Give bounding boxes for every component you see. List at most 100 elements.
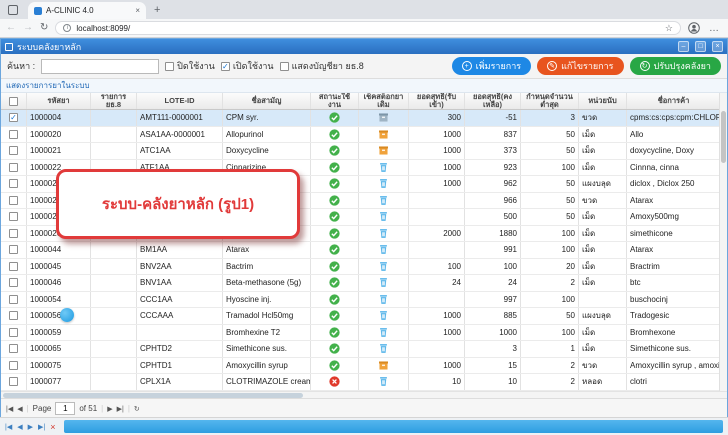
url-field[interactable]: i localhost:8099/ ☆ (55, 21, 681, 35)
favorite-star-icon[interactable]: ☆ (665, 23, 673, 34)
bucket-blue-icon[interactable] (378, 195, 389, 206)
box-orange-icon[interactable] (378, 145, 389, 156)
column-header-remaining[interactable]: ยอดสุทธิ(คงเหลือ) (465, 93, 521, 109)
row-checkbox[interactable] (9, 311, 18, 321)
column-header-received[interactable]: ยอดสุทธิ(รับเข้า) (409, 93, 465, 109)
new-tab-button[interactable]: + (154, 4, 160, 16)
bottom-first-icon[interactable]: |◀ (5, 423, 12, 431)
row-checkbox[interactable] (9, 162, 18, 172)
tab-close-icon[interactable]: × (135, 6, 140, 15)
table-row[interactable]: 1000021 ATC1AA Doxycycline 1000 373 50 เม็ด dox… (1, 143, 721, 160)
table-row[interactable]: 1000054 CCC1AA Hyoscine inj. 997 100 buschoci… (1, 291, 721, 308)
row-checkbox[interactable]: ✓ (9, 113, 18, 123)
bucket-blue-icon[interactable] (378, 162, 389, 173)
table-row[interactable]: 1000075 CPHTD1 Amoxycillin syrup 1000 15 2 ขวด… (1, 357, 721, 374)
select-all-header-cell[interactable] (1, 93, 27, 109)
row-checkbox[interactable] (9, 179, 18, 189)
select-all-checkbox[interactable] (9, 96, 18, 106)
tab-search-icon[interactable] (8, 5, 18, 15)
update-stock-button[interactable]: ↻ ปรับปรุงคลังยา (629, 57, 721, 75)
bucket-blue-icon[interactable] (378, 178, 389, 189)
row-checkbox[interactable] (9, 377, 18, 387)
browser-menu-icon[interactable]: … (709, 23, 720, 34)
table-row[interactable]: 1000046 BNV1AA Beta-methasone (5g) 24 24 2 เม็… (1, 275, 721, 292)
bottom-last-icon[interactable]: ▶| (38, 423, 45, 431)
show-account-checkbox[interactable] (279, 61, 289, 71)
edit-item-button[interactable]: ✎ แก้ไขรายการ (537, 57, 624, 75)
bucket-blue-icon[interactable] (378, 261, 389, 272)
column-header-trade[interactable]: ชื่อการค้า (627, 93, 721, 109)
row-checkbox[interactable] (9, 245, 18, 255)
page-prev-icon[interactable]: ◀ (17, 405, 22, 413)
row-checkbox[interactable] (9, 146, 18, 156)
table-row[interactable]: 1000044 BM1AA Atarax 991 100 เม็ด Atarax (1, 242, 721, 259)
enabled-checkbox[interactable]: ✓ (220, 61, 230, 71)
back-icon[interactable]: ← (6, 23, 16, 33)
box-gray-icon[interactable] (378, 112, 389, 123)
window-minimize-icon[interactable]: – (678, 41, 689, 52)
refresh-icon[interactable]: ↻ (40, 23, 48, 33)
table-row[interactable]: 1000056 CCCAAA Tramadol Hcl50mg 1000 885 50 แผ… (1, 308, 721, 325)
disabled-filter[interactable]: ปิดใช้งาน (165, 59, 215, 73)
bottom-next-icon[interactable]: ▶ (28, 423, 33, 431)
table-row[interactable]: 1000045 BNV2AA Bactrim 100 100 20 เม็ด Bractrim (1, 258, 721, 275)
bucket-blue-icon[interactable] (378, 277, 389, 288)
disabled-checkbox[interactable] (165, 61, 175, 71)
column-header-list8[interactable]: รายการ ยธ.8 (91, 93, 137, 109)
bucket-blue-icon[interactable] (378, 211, 389, 222)
column-header-min[interactable]: กำหนดจำนวนต่ำสุด (521, 93, 579, 109)
window-maximize-icon[interactable]: □ (695, 41, 706, 52)
page-refresh-icon[interactable]: ↻ (134, 405, 140, 413)
row-checkbox[interactable] (9, 294, 18, 304)
column-header-code[interactable]: รหัสยา (27, 93, 91, 109)
row-checkbox[interactable] (9, 228, 18, 238)
table-row[interactable]: 1000059 Bromhexine T2 1000 1000 100 เม็ด Bromh… (1, 324, 721, 341)
vertical-scrollbar[interactable] (719, 93, 727, 391)
bucket-blue-icon[interactable] (378, 244, 389, 255)
profile-icon[interactable] (688, 22, 700, 34)
page-last-icon[interactable]: ▶| (117, 405, 124, 413)
bucket-blue-icon[interactable] (378, 228, 389, 239)
task-strip[interactable] (64, 420, 723, 433)
table-row[interactable]: 1000020 ASA1AA-0000001 Allopurinol 1000 837 5… (1, 126, 721, 143)
window-close-icon[interactable]: × (712, 41, 723, 52)
horizontal-scrollbar-thumb[interactable] (3, 393, 303, 398)
add-item-button[interactable]: + เพิ่มรายการ (451, 57, 532, 75)
bucket-blue-icon[interactable] (378, 327, 389, 338)
enabled-filter[interactable]: ✓ เปิดใช้งาน (220, 59, 274, 73)
horizontal-scrollbar[interactable] (1, 391, 727, 398)
site-info-icon[interactable]: i (63, 24, 72, 32)
column-header-unit[interactable]: หน่วยนับ (579, 93, 627, 109)
bucket-blue-icon[interactable] (378, 310, 389, 321)
column-header-lote[interactable]: LOTE-ID (137, 93, 223, 109)
row-checkbox[interactable] (9, 344, 18, 354)
bucket-blue-icon[interactable] (378, 376, 389, 387)
browser-tab[interactable]: A-CLINIC 4.0 × (28, 2, 146, 19)
page-next-icon[interactable]: ▶ (107, 405, 112, 413)
bottom-close-icon[interactable]: × (50, 422, 55, 432)
column-header-name[interactable]: ชื่อสามัญ (223, 93, 311, 109)
table-row[interactable]: 1000077 CPLX1A CLOTRIMAZOLE cream 10 10 2 หลอด… (1, 374, 721, 391)
page-number-input[interactable] (55, 402, 76, 415)
table-row[interactable]: ✓ 1000004 AMT111-0000001 CPM syr. 300 -51 3 ขวด… (1, 110, 721, 127)
row-checkbox[interactable] (9, 327, 18, 337)
bottom-prev-icon[interactable]: ◀ (17, 423, 22, 431)
table-row[interactable]: 1000065 CPHTD2 Simethicone sus. 3 1 เม็ด Simet… (1, 341, 721, 358)
row-checkbox[interactable] (9, 278, 18, 288)
column-header-status[interactable]: สถานะใช้งาน (311, 93, 359, 109)
box-orange-icon[interactable] (378, 360, 389, 371)
box-orange-icon[interactable] (378, 129, 389, 140)
row-checkbox[interactable] (9, 360, 18, 370)
show-account-filter[interactable]: แสดงบัญชียา ยธ.8 (279, 59, 364, 73)
page-first-icon[interactable]: |◀ (6, 405, 13, 413)
row-checkbox[interactable] (9, 195, 18, 205)
row-checkbox[interactable] (9, 212, 18, 222)
row-checkbox[interactable] (9, 129, 18, 139)
bucket-blue-icon[interactable] (378, 294, 389, 305)
column-header-stock[interactable]: เช็คสต็อกยาเดิม (359, 93, 409, 109)
forward-icon[interactable]: → (23, 23, 33, 33)
search-input[interactable] (41, 58, 160, 74)
vertical-scrollbar-thumb[interactable] (721, 111, 726, 163)
row-checkbox[interactable] (9, 261, 18, 271)
bucket-blue-icon[interactable] (378, 343, 389, 354)
